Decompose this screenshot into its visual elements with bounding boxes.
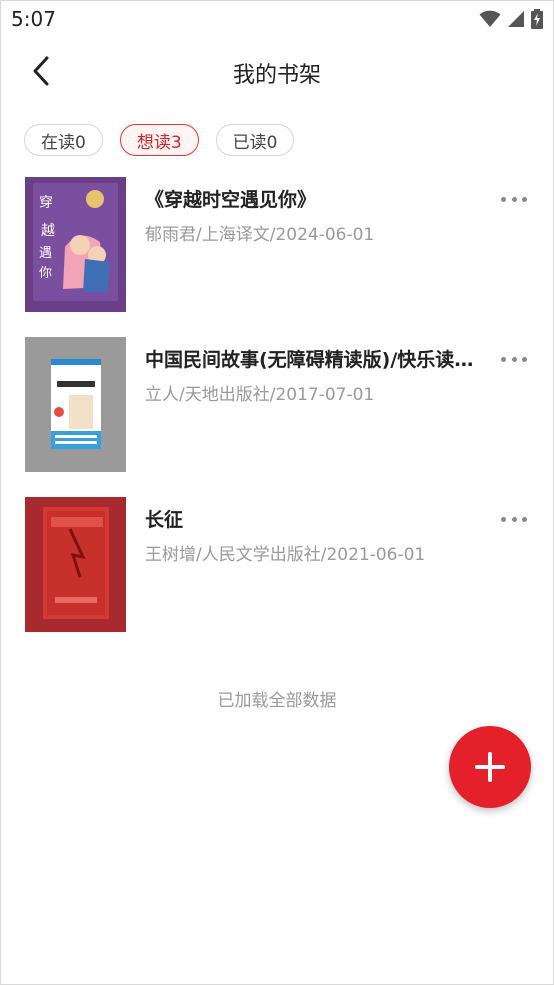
wifi-icon xyxy=(479,10,501,27)
svg-text:越: 越 xyxy=(41,223,55,239)
book-item[interactable]: 穿 越 遇 你 《穿越时空遇见你》 郁雨君/上海译文/2024-06-01 xyxy=(1,177,553,337)
signal-icon xyxy=(508,11,524,27)
all-loaded-text: 已加载全部数据 xyxy=(217,691,337,711)
more-dot-icon xyxy=(522,356,527,362)
book-title[interactable]: 《穿越时空遇见你》 xyxy=(145,185,475,212)
more-dot-icon xyxy=(522,516,527,522)
status-time: 5:07 xyxy=(11,7,56,31)
status-bar: 5:07 xyxy=(1,1,553,39)
page-title: 我的书架 xyxy=(232,63,321,88)
app-bar: 我的书架 xyxy=(1,39,553,103)
book-item[interactable]: 中国民间故事(无障碍精读版)/快乐读书吧 立人/天地出版社/2017-07-01 xyxy=(1,337,553,497)
book-meta: 王树增/人民文学出版社/2021-06-01 xyxy=(145,545,426,565)
book-cover-art xyxy=(25,497,126,632)
more-dot-icon xyxy=(501,516,506,522)
more-options-button[interactable] xyxy=(501,351,527,367)
more-dot-icon xyxy=(511,196,517,202)
svg-text:你: 你 xyxy=(39,266,52,281)
status-icons xyxy=(479,9,543,29)
book-cover[interactable] xyxy=(25,337,126,472)
book-item[interactable]: 长征 王树增/人民文学出版社/2021-06-01 xyxy=(1,497,553,657)
svg-text:穿: 穿 xyxy=(39,195,53,211)
book-cover-art: 穿 越 遇 你 xyxy=(25,177,126,312)
book-cover-art xyxy=(25,337,126,472)
more-dot-icon xyxy=(511,356,517,362)
book-meta: 立人/天地出版社/2017-07-01 xyxy=(145,385,375,405)
more-dot-icon xyxy=(501,196,506,202)
book-meta: 郁雨君/上海译文/2024-06-01 xyxy=(145,225,375,245)
book-title[interactable]: 中国民间故事(无障碍精读版)/快乐读书吧 xyxy=(145,345,475,372)
plus-icon xyxy=(475,752,505,782)
more-options-button[interactable] xyxy=(501,191,527,207)
book-cover[interactable]: 穿 越 遇 你 xyxy=(25,177,126,312)
book-title[interactable]: 长征 xyxy=(145,505,475,532)
more-dot-icon xyxy=(501,356,506,362)
battery-charging-icon xyxy=(531,9,543,29)
book-list: 穿 越 遇 你 《穿越时空遇见你》 郁雨君/上海译文/2024-06-01 中国… xyxy=(1,177,553,657)
tab-want-to-read[interactable]: 想读3 xyxy=(119,124,199,156)
more-dot-icon xyxy=(522,196,527,202)
tab-reading[interactable]: 在读0 xyxy=(24,124,103,156)
book-cover[interactable] xyxy=(25,497,126,632)
svg-text:遇: 遇 xyxy=(39,246,52,261)
more-dot-icon xyxy=(511,516,517,522)
shelf-tabs: 在读0 想读3 已读0 xyxy=(24,124,295,156)
tab-read[interactable]: 已读0 xyxy=(215,124,295,156)
more-options-button[interactable] xyxy=(501,511,527,527)
add-book-button[interactable] xyxy=(449,726,531,808)
